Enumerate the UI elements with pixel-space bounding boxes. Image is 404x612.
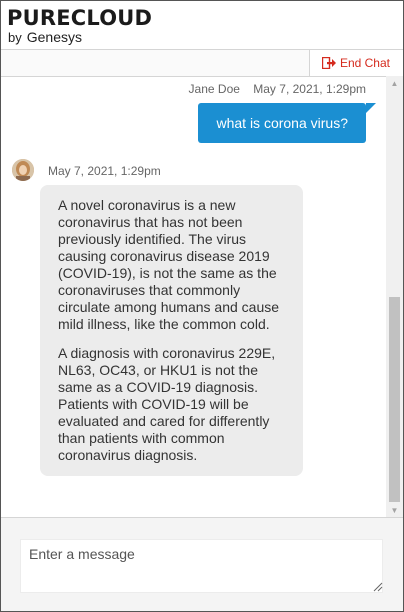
sender-name: Jane Doe — [188, 82, 240, 96]
message-list: Jane Doe May 7, 2021, 1:29pm what is cor… — [1, 76, 385, 517]
chat-window: PURECLOUD by Genesys End Chat Jane Doe Ma… — [0, 0, 404, 612]
resize-handle-icon[interactable] — [373, 582, 383, 592]
message-paragraph: A novel coronavirus is a new coronavirus… — [58, 197, 280, 332]
end-chat-label: End Chat — [339, 56, 390, 70]
brand-by: by — [8, 30, 22, 45]
message-input[interactable] — [20, 539, 383, 593]
composer — [1, 517, 403, 611]
incoming-message-meta: May 7, 2021, 1:29pm — [48, 164, 161, 178]
toolbar: End Chat — [1, 49, 403, 77]
outgoing-message-bubble: what is corona virus? — [198, 103, 376, 143]
message-timestamp: May 7, 2021, 1:29pm — [253, 82, 366, 96]
brand-company: Genesys — [26, 29, 82, 45]
scrollbar-thumb[interactable] — [389, 297, 400, 502]
scroll-down-icon[interactable]: ▼ — [386, 503, 403, 517]
sign-out-icon — [321, 57, 336, 69]
brand-logo: PURECLOUD — [7, 6, 153, 30]
message-text: what is corona virus? — [216, 115, 348, 131]
message-scrollbar[interactable]: ▲ ▼ — [386, 76, 403, 517]
message-paragraph: A diagnosis with coronavirus 229E, NL63,… — [58, 345, 276, 463]
brand-byline: by Genesys — [8, 29, 82, 45]
incoming-message-bubble: A novel coronavirus is a new coronavirus… — [40, 185, 303, 476]
outgoing-message-meta: Jane Doe May 7, 2021, 1:29pm — [189, 82, 366, 96]
end-chat-button[interactable]: End Chat — [308, 50, 403, 76]
header: PURECLOUD by Genesys — [1, 1, 403, 49]
agent-avatar-icon — [12, 159, 34, 181]
scroll-up-icon[interactable]: ▲ — [386, 76, 403, 90]
message-timestamp: May 7, 2021, 1:29pm — [48, 164, 161, 178]
